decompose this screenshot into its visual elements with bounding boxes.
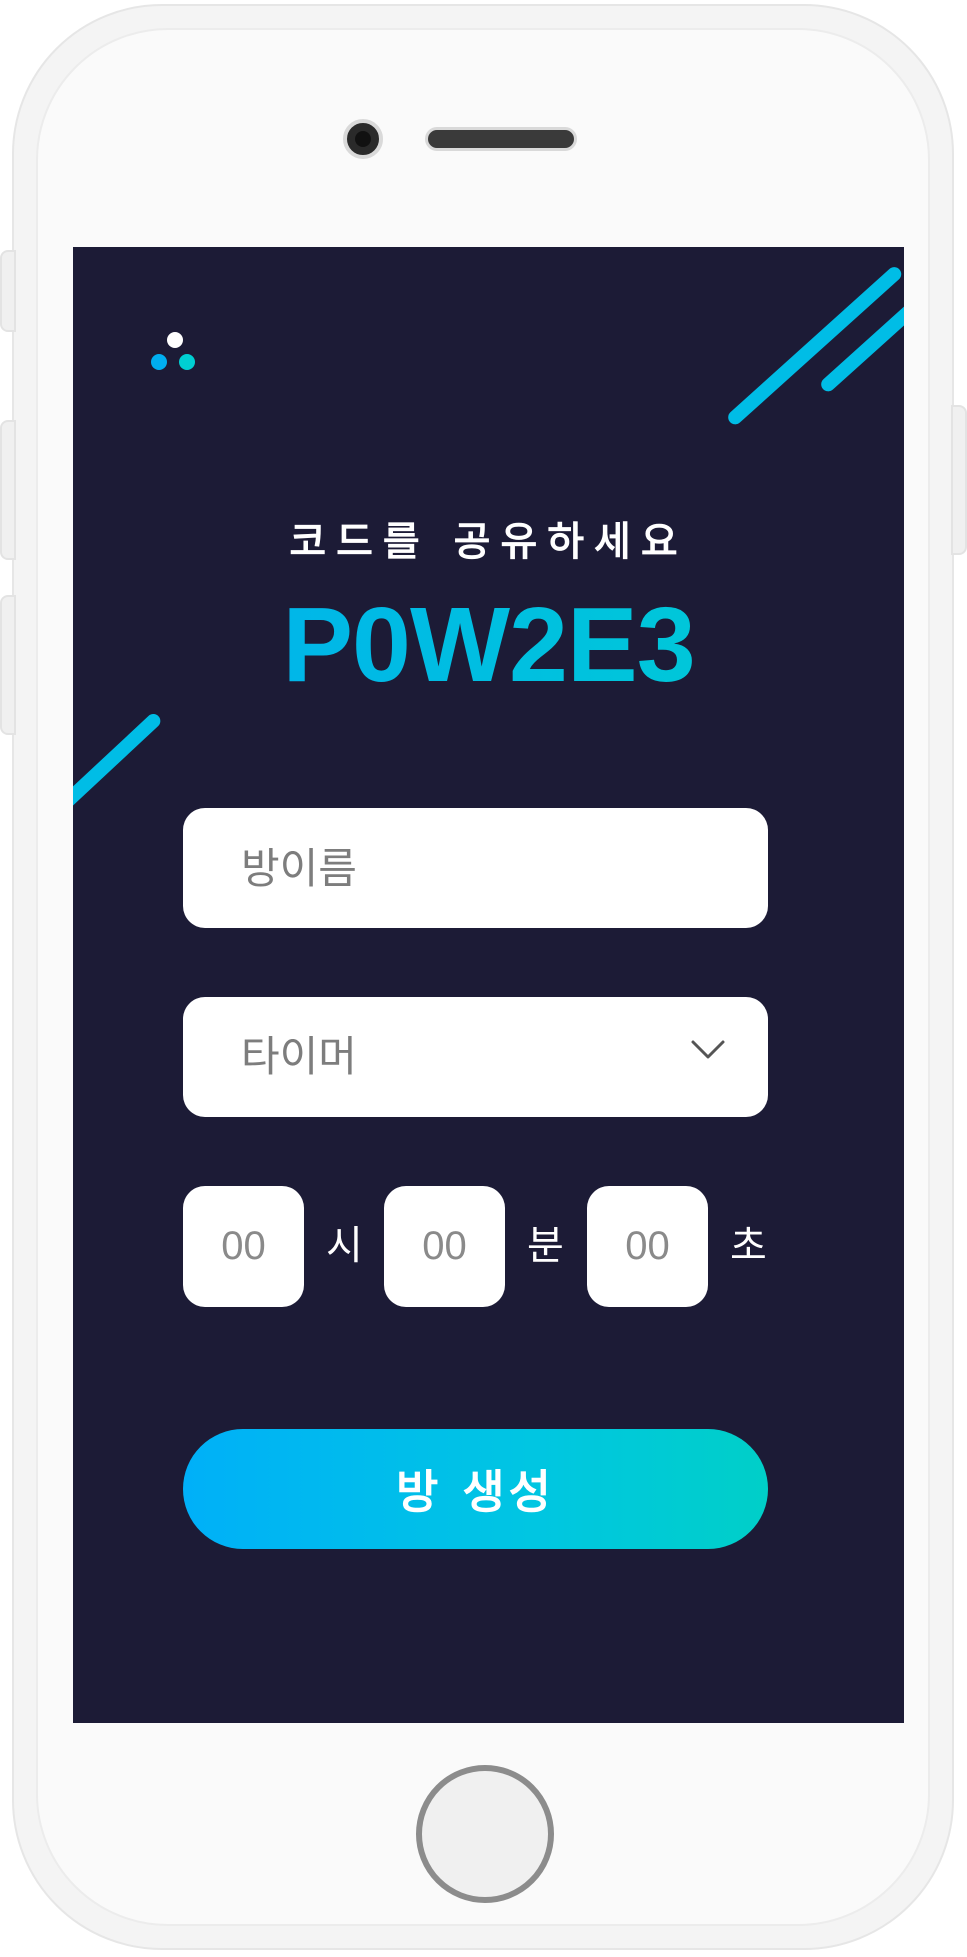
room-code: P0W2E3 bbox=[73, 585, 904, 706]
seconds-input[interactable] bbox=[587, 1186, 708, 1307]
page: 코드를 공유하세요 P0W2E3 타이머 시 분 초 방 생성 bbox=[0, 0, 967, 1957]
create-room-button[interactable]: 방 생성 bbox=[183, 1429, 768, 1549]
seconds-unit-label: 초 bbox=[730, 1223, 767, 1269]
chevron-down-icon bbox=[691, 1040, 725, 1059]
decorative-stripe bbox=[73, 711, 164, 815]
share-code-prompt: 코드를 공유하세요 bbox=[289, 519, 688, 565]
minutes-unit-label: 분 bbox=[527, 1223, 564, 1269]
minutes-input[interactable] bbox=[384, 1186, 505, 1307]
volume-down-button bbox=[0, 420, 16, 560]
logo-dot-left bbox=[151, 354, 167, 370]
app-screen: 코드를 공유하세요 P0W2E3 타이머 시 분 초 방 생성 bbox=[73, 247, 904, 1723]
front-camera-icon bbox=[343, 119, 383, 159]
power-button bbox=[951, 405, 967, 555]
logo-dot-top bbox=[167, 332, 183, 348]
hours-unit-label: 시 bbox=[326, 1223, 363, 1269]
room-name-input[interactable] bbox=[183, 808, 768, 928]
volume-up-button bbox=[0, 250, 16, 332]
home-button-icon[interactable] bbox=[416, 1765, 554, 1903]
three-dots-logo-icon bbox=[151, 332, 203, 378]
timer-select[interactable]: 타이머 bbox=[183, 997, 768, 1117]
timer-select-value: 타이머 bbox=[241, 1032, 357, 1081]
earpiece-speaker-icon bbox=[425, 127, 577, 151]
logo-dot-right bbox=[179, 354, 195, 370]
hours-input[interactable] bbox=[183, 1186, 304, 1307]
mute-switch bbox=[0, 595, 16, 735]
